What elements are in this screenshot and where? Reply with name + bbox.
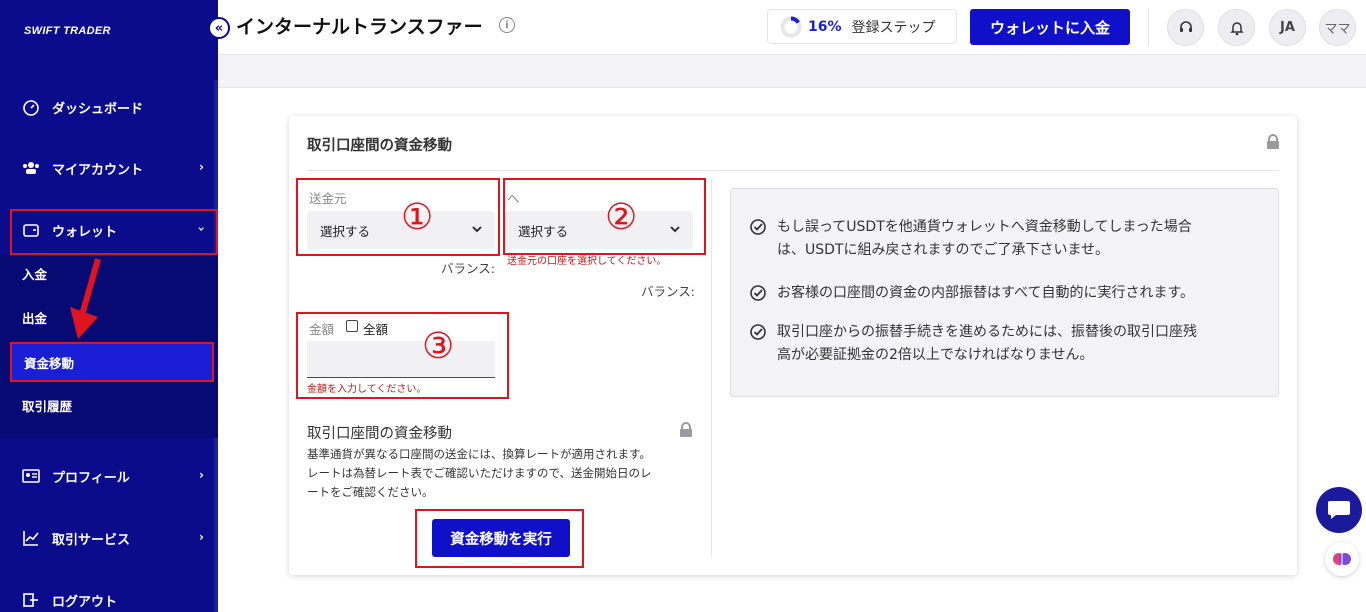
chat-bubble-icon bbox=[1328, 501, 1350, 519]
annotation-number-3: ③ bbox=[422, 326, 455, 367]
notice-text-line: もし誤ってUSDTを他通貨ウォレットへ資金移動してしまった場合 bbox=[777, 219, 1192, 235]
chart-line-icon bbox=[22, 529, 40, 547]
submenu-history[interactable]: 取引履歴 bbox=[0, 387, 218, 423]
section-title: 取引口座間の資金移動 bbox=[307, 426, 452, 442]
notice-text-line: は、USDTに組み戻されますのでご了承下さいませ。 bbox=[777, 242, 1110, 258]
header-divider bbox=[1148, 8, 1149, 46]
sidebar-item-label: プロフィール bbox=[52, 470, 130, 486]
submenu-transfer[interactable]: 資金移動 bbox=[10, 342, 214, 382]
sidebar-item-label: ログアウト bbox=[52, 594, 118, 610]
logout-icon bbox=[22, 591, 40, 609]
user-avatar[interactable]: ママ bbox=[1319, 9, 1356, 46]
notice-text-line: 高が必要証拠金の2倍以上でなければなりません。 bbox=[777, 347, 1094, 363]
check-circle-icon bbox=[750, 324, 766, 340]
top-header: インターナルトランスファー i 16% 登録ステップ ウォレットに入金 JA マ… bbox=[218, 0, 1366, 55]
progress-percent: 16% bbox=[808, 18, 842, 35]
sidebar-item-label: 取引サービス bbox=[52, 532, 131, 548]
check-circle-icon bbox=[750, 219, 766, 235]
column-divider bbox=[711, 179, 712, 557]
subheader-band bbox=[218, 55, 1366, 88]
notice-text-line: お客様の口座間の資金の内部振替はすべて自動的に実行されます。 bbox=[777, 285, 1195, 301]
transfer-card: 取引口座間の資金移動 送金元 選択する バランス: へ 選択する 送金元の口座を… bbox=[289, 116, 1297, 575]
submenu-withdraw[interactable]: 出金 bbox=[0, 299, 218, 335]
lock-icon bbox=[679, 422, 693, 442]
annotation-number-2: ② bbox=[605, 197, 638, 238]
annotation-box-amount bbox=[296, 312, 509, 399]
wallet-submenu: 入金 出金 資金移動 取引履歴 bbox=[0, 255, 218, 438]
annotation-arrow bbox=[70, 258, 101, 339]
sidebar-item-label: ダッシュボード bbox=[52, 101, 144, 117]
users-icon bbox=[22, 159, 40, 177]
section-text-line: 基準通貨が異なる口座間の送金には、換算レートが適用されます。 bbox=[307, 447, 651, 461]
notice-box: もし誤ってUSDTを他通貨ウォレットへ資金移動してしまった場合 は、USDTに組… bbox=[730, 188, 1279, 397]
sidebar-item-my-account[interactable]: マイアカウント › bbox=[0, 148, 218, 188]
to-balance-label: バランス: bbox=[641, 284, 695, 299]
dashboard-icon bbox=[22, 98, 40, 116]
brand-logo[interactable]: SWIFT TRADER bbox=[24, 25, 111, 37]
notifications-button[interactable] bbox=[1218, 9, 1255, 46]
annotation-box-execute bbox=[415, 509, 584, 568]
brain-icon bbox=[1333, 553, 1351, 565]
annotation-number-1: ① bbox=[401, 197, 434, 238]
sidebar-item-dashboard[interactable]: ダッシュボード bbox=[0, 87, 218, 127]
progress-ring-icon bbox=[780, 16, 802, 37]
notice-item: 取引口座からの振替手続きを進めるためには、振替後の取引口座残 高が必要証拠金の2… bbox=[749, 321, 1197, 367]
ai-assistant-button[interactable] bbox=[1325, 542, 1359, 576]
annotation-box-from bbox=[296, 178, 500, 256]
sidebar-item-label: マイアカウント bbox=[52, 162, 144, 178]
registration-step-label: 登録ステップ bbox=[851, 19, 936, 36]
id-card-icon bbox=[22, 467, 40, 485]
notice-item: もし誤ってUSDTを他通貨ウォレットへ資金移動してしまった場合 は、USDTに組… bbox=[749, 216, 1192, 262]
chevron-right-icon: › bbox=[199, 530, 204, 544]
sidebar-item-profile[interactable]: プロフィール › bbox=[0, 456, 218, 496]
chevron-right-icon: › bbox=[199, 468, 204, 482]
page-title: インターナルトランスファー bbox=[236, 16, 483, 38]
submenu-deposit[interactable]: 入金 bbox=[0, 255, 218, 291]
notice-text-line: 取引口座からの振替手続きを進めるためには、振替後の取引口座残 bbox=[777, 324, 1197, 340]
section-text-line: レートは為替レート表でご確認いただけますので、送金開始日のレ bbox=[307, 466, 652, 480]
language-button[interactable]: JA bbox=[1269, 9, 1306, 46]
chevron-right-icon: › bbox=[199, 160, 204, 174]
bell-icon bbox=[1229, 21, 1244, 35]
annotation-highlight-wallet bbox=[10, 209, 218, 255]
support-button[interactable] bbox=[1167, 9, 1204, 46]
headset-icon bbox=[1179, 20, 1192, 32]
chat-button[interactable] bbox=[1316, 487, 1362, 533]
sidebar-collapse-button[interactable]: « bbox=[208, 17, 230, 39]
notice-item: お客様の口座間の資金の内部振替はすべて自動的に実行されます。 bbox=[749, 282, 1194, 305]
check-circle-icon bbox=[750, 285, 766, 301]
sidebar-item-trading-services[interactable]: 取引サービス › bbox=[0, 518, 218, 558]
card-divider bbox=[307, 170, 1279, 171]
section-text-line: ートをご確認ください。 bbox=[307, 485, 434, 499]
deposit-to-wallet-button[interactable]: ウォレットに入金 bbox=[970, 9, 1130, 45]
info-icon[interactable]: i bbox=[499, 17, 515, 33]
sidebar: SWIFT TRADER ダッシュボード マイアカウント › ウォレット › 入… bbox=[0, 0, 218, 612]
sidebar-item-logout[interactable]: ログアウト bbox=[0, 580, 218, 612]
lock-icon bbox=[1266, 134, 1280, 154]
card-title: 取引口座間の資金移動 bbox=[307, 138, 452, 154]
registration-step-button[interactable]: 16% 登録ステップ bbox=[767, 9, 957, 44]
from-balance-label: バランス: bbox=[441, 261, 495, 276]
